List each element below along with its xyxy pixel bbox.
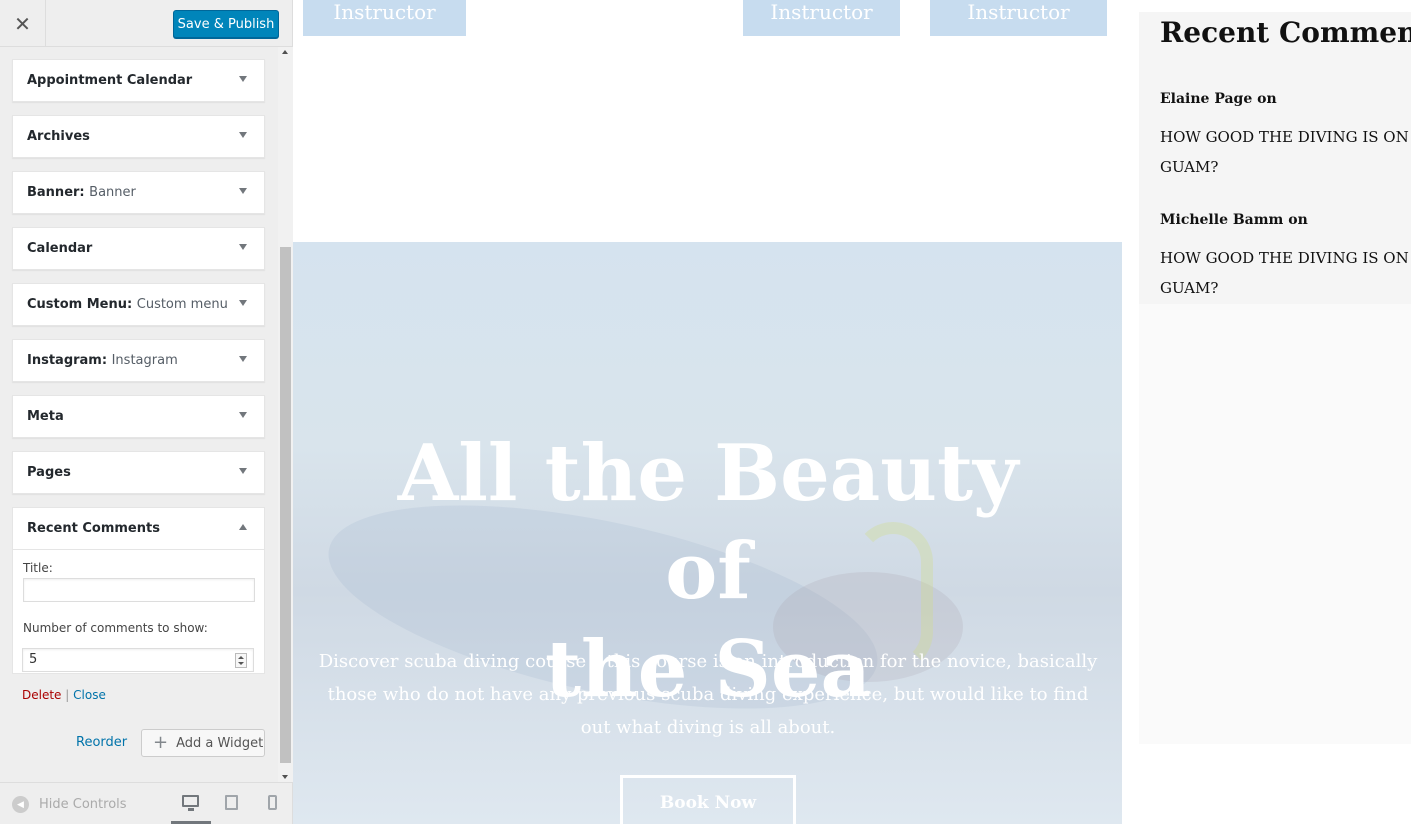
comment-author-line: Elaine Page on	[1160, 91, 1277, 107]
comment-post-link[interactable]: HOW GOOD THE DIVING IS ON GUAM?	[1160, 122, 1410, 182]
caret-down-icon[interactable]	[239, 412, 247, 418]
widget-title: Instagram:	[27, 353, 108, 368]
customizer-sidebar: ✕ Save & Publish Appointment Calendar Ar…	[0, 0, 293, 824]
widget-actions: Delete | Close	[22, 688, 106, 702]
instructor-label: Instructor	[333, 0, 436, 24]
site-preview: Instructor Instructor Instructor All the…	[293, 0, 1411, 824]
customizer-header: ✕ Save & Publish	[0, 0, 292, 47]
hero-banner: All the Beauty of the Sea Discover scuba…	[293, 242, 1122, 824]
reorder-link[interactable]: Reorder	[76, 735, 127, 750]
widget-calendar[interactable]: Calendar	[12, 227, 265, 270]
widget-title: Banner:	[27, 185, 85, 200]
caret-down-icon[interactable]	[239, 356, 247, 362]
book-now-button[interactable]: Book Now	[620, 775, 796, 824]
comment-post-link[interactable]: HOW GOOD THE DIVING IS ON GUAM?	[1160, 243, 1410, 303]
hide-controls-label: Hide Controls	[39, 797, 127, 812]
hero-title-line: All the Beauty of	[397, 428, 1019, 617]
close-icon: ✕	[14, 11, 31, 36]
comment-on: on	[1257, 91, 1277, 107]
title-field[interactable]	[23, 578, 255, 602]
number-of-comments-field[interactable]: 5	[22, 648, 254, 672]
delete-link[interactable]: Delete	[22, 688, 61, 702]
recent-comments-heading: Recent Comments	[1160, 16, 1411, 49]
caret-down-icon[interactable]	[239, 300, 247, 306]
comment-author[interactable]: Elaine Page	[1160, 91, 1252, 107]
instructor-card[interactable]: Instructor	[930, 0, 1107, 36]
number-spinner[interactable]	[235, 653, 247, 668]
widget-title: Meta	[27, 409, 64, 424]
customizer-footer: ◀ Hide Controls	[0, 782, 292, 824]
sidebar-scrollbar[interactable]	[278, 47, 293, 782]
hide-controls-button[interactable]: ◀ Hide Controls	[12, 796, 127, 813]
widget-meta[interactable]: Meta	[12, 395, 265, 438]
widget-subtitle: Banner	[89, 185, 136, 200]
widget-pages[interactable]: Pages	[12, 451, 265, 494]
caret-down-icon[interactable]	[239, 132, 247, 138]
scroll-down-icon[interactable]	[282, 775, 288, 779]
widget-recent-comments-header[interactable]: Recent Comments	[13, 508, 264, 550]
available-widgets-list: Appointment Calendar Archives Banner: Ba…	[12, 59, 265, 674]
sidebar-area-background	[1139, 304, 1411, 744]
number-field-label: Number of comments to show:	[23, 621, 208, 635]
widget-banner[interactable]: Banner: Banner	[12, 171, 265, 214]
comment-on: on	[1288, 212, 1308, 228]
title-field-label: Title:	[23, 561, 53, 575]
widget-title: Calendar	[27, 241, 93, 256]
caret-down-icon[interactable]	[239, 188, 247, 194]
widget-custom-menu[interactable]: Custom Menu: Custom menu	[12, 283, 265, 326]
widget-title: Archives	[27, 129, 90, 144]
tablet-icon[interactable]	[225, 795, 238, 810]
caret-down-icon[interactable]	[239, 244, 247, 250]
instructor-card[interactable]: Instructor	[743, 0, 900, 36]
instructor-label: Instructor	[967, 0, 1070, 24]
recent-comments-widget-preview: Recent Comments Elaine Page on HOW GOOD …	[1139, 12, 1411, 304]
widget-instagram[interactable]: Instagram: Instagram	[12, 339, 265, 382]
desktop-icon[interactable]	[182, 795, 199, 811]
comment-author-line: Michelle Bamm on	[1160, 212, 1308, 228]
widget-subtitle: Custom menu	[136, 297, 228, 312]
comment-author[interactable]: Michelle Bamm	[1160, 212, 1283, 228]
scroll-up-icon[interactable]	[282, 50, 288, 54]
widget-subtitle: Instagram	[111, 353, 178, 368]
widget-archives[interactable]: Archives	[12, 115, 265, 158]
link-separator: |	[65, 688, 70, 702]
hero-description: Discover scuba diving course – this cour…	[318, 651, 1098, 738]
widget-title: Pages	[27, 465, 71, 480]
widget-title: Custom Menu:	[27, 297, 133, 312]
caret-up-icon[interactable]	[239, 524, 247, 530]
add-widget-button[interactable]: + Add a Widget	[141, 729, 265, 757]
mobile-icon[interactable]	[268, 795, 277, 810]
save-publish-button[interactable]: Save & Publish	[173, 10, 279, 38]
number-of-comments-value: 5	[29, 652, 38, 667]
hide-controls-icon: ◀	[12, 796, 29, 813]
widget-appointment-calendar[interactable]: Appointment Calendar	[12, 59, 265, 102]
plus-icon: +	[153, 732, 169, 753]
instructor-label: Instructor	[770, 0, 873, 24]
caret-down-icon[interactable]	[239, 468, 247, 474]
widget-title: Recent Comments	[27, 521, 160, 536]
widget-title: Appointment Calendar	[27, 73, 193, 88]
instructor-card[interactable]: Instructor	[303, 0, 466, 36]
close-link[interactable]: Close	[73, 688, 106, 702]
scrollbar-thumb[interactable]	[280, 247, 291, 763]
close-customizer-button[interactable]: ✕	[0, 0, 46, 47]
add-widget-label: Add a Widget	[176, 735, 264, 751]
caret-down-icon[interactable]	[239, 76, 247, 82]
